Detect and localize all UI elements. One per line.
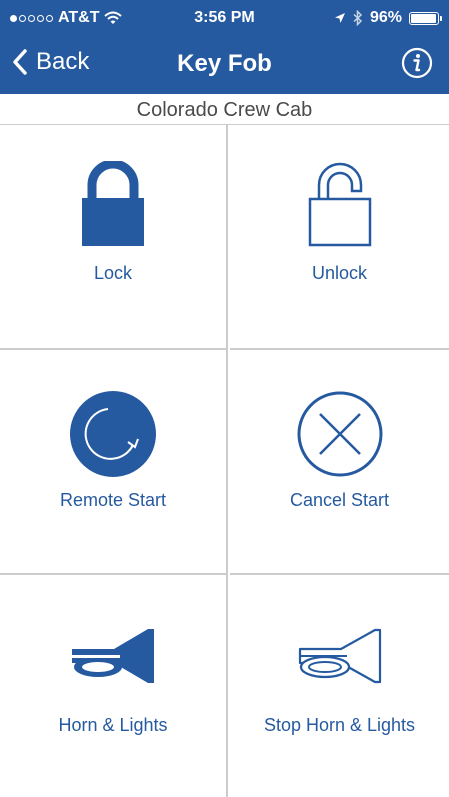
unlock-icon [308,162,371,247]
cancel-start-icon [297,391,382,477]
location-arrow-icon [334,13,345,23]
horn-lights-label: Horn & Lights [58,715,168,735]
status-bar: AT&T 3:56 PM 96% [0,0,449,36]
battery-icon [409,11,442,25]
horn-icon [72,629,154,683]
lock-icon [82,161,144,246]
bluetooth-icon [353,10,363,26]
stop-horn-icon [298,628,381,684]
remote-start-icon [70,391,156,477]
page-title: Key Fob [177,50,272,77]
horn-lights-button[interactable]: Horn & Lights [0,575,228,797]
navigation-bar: Back Key Fob [0,36,449,94]
info-button[interactable] [401,47,433,84]
unlock-label: Unlock [311,263,368,283]
info-icon [401,47,433,79]
lock-label: Lock [93,263,133,283]
remote-start-button[interactable]: Remote Start [0,350,228,575]
stop-horn-lights-button[interactable]: Stop Horn & Lights [230,575,449,797]
vehicle-name: Colorado Crew Cab [0,94,449,125]
app-header: AT&T 3:56 PM 96% Back Key Fob [0,0,449,94]
battery-percent: 96% [369,9,402,26]
unlock-button[interactable]: Unlock [230,125,449,350]
stop-horn-lights-label: Stop Horn & Lights [263,715,416,735]
cancel-start-button[interactable]: Cancel Start [230,350,449,575]
lock-button[interactable]: Lock [0,125,228,350]
status-right: 96% [334,9,442,27]
key-fob-action-grid: Lock Unlock Remote Start Cancel Start Ho… [0,125,449,797]
remote-start-label: Remote Start [59,490,167,510]
cancel-start-label: Cancel Start [289,490,390,510]
